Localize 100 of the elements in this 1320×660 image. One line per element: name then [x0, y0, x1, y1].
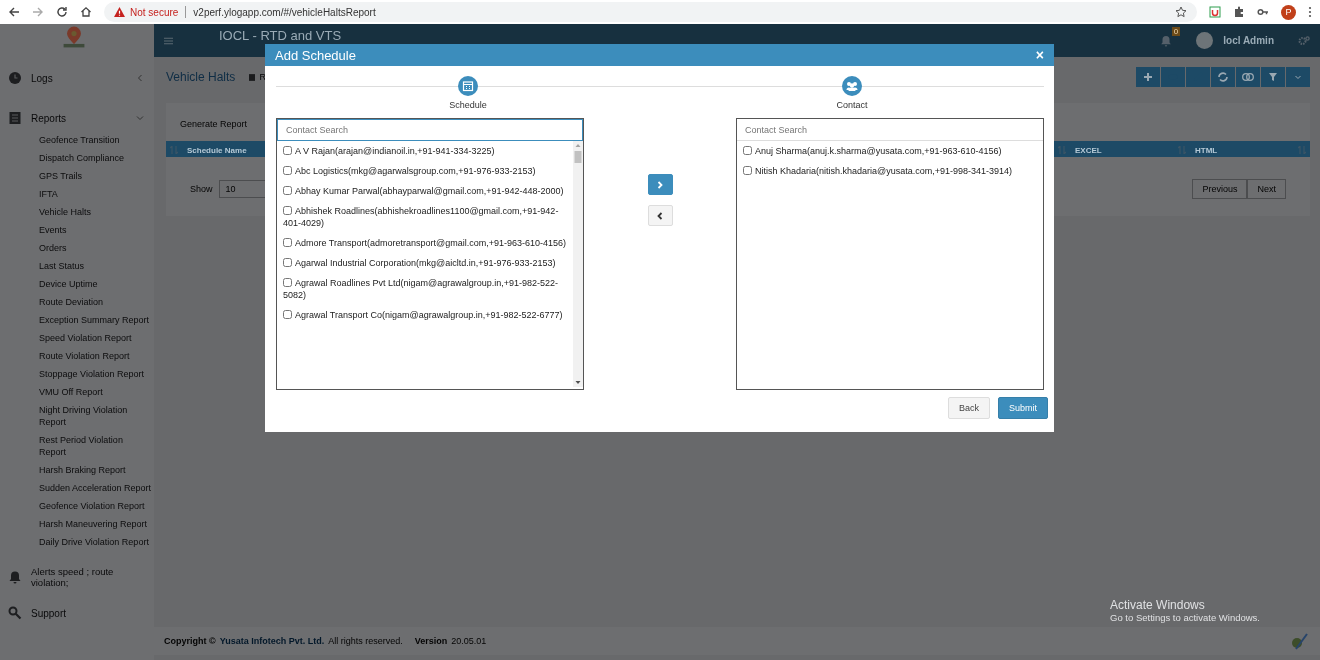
- sidebar-link[interactable]: Vehicle Halts: [39, 206, 154, 218]
- contact-checkbox[interactable]: [283, 238, 292, 247]
- user-avatar: [1196, 32, 1214, 49]
- contact-checkbox[interactable]: [283, 278, 292, 287]
- sidebar-link[interactable]: Harsh Braking Report: [39, 464, 154, 476]
- show-label: Show: [190, 184, 213, 194]
- users-icon: [842, 76, 862, 96]
- submit-button[interactable]: Submit: [998, 397, 1048, 419]
- user-name[interactable]: Iocl Admin: [1223, 35, 1274, 46]
- breadcrumb[interactable]: R: [259, 72, 266, 82]
- chevron-right-icon: [656, 180, 664, 189]
- back-icon[interactable]: [8, 6, 20, 18]
- contact-option[interactable]: Anuj Sharma(anuj.k.sharma@yusata.com,+91-963-610-4156): [743, 145, 1039, 157]
- sidebar-item[interactable]: Logs: [0, 58, 154, 98]
- contact-option[interactable]: Abc Logistics(mkg@agarwalsgroup.com,+91-976-933-2153): [283, 165, 569, 177]
- sidebar-item[interactable]: Alerts speed ; route violation;: [0, 556, 154, 600]
- calendar-icon: [458, 76, 478, 96]
- close-button[interactable]: ×: [1033, 48, 1046, 62]
- contact-checkbox[interactable]: [743, 146, 752, 155]
- url-text: v2perf.ylogapp.com/#/vehicleHaltsReport: [193, 6, 377, 18]
- column-header[interactable]: EXCEL: [1075, 145, 1102, 155]
- contact-checkbox[interactable]: [283, 206, 292, 215]
- contact-checkbox[interactable]: [283, 166, 292, 175]
- contact-option[interactable]: Agrawal Transport Co(nigam@agrawalgroup.in,+91-982-522-6777): [283, 309, 569, 321]
- sidebar-link[interactable]: IFTA: [39, 188, 154, 200]
- sidebar-link[interactable]: Geofence Transition: [39, 134, 154, 146]
- sidebar-link[interactable]: Speed Violation Report: [39, 332, 154, 344]
- menu-dots-icon[interactable]: [1308, 6, 1312, 18]
- extension-icon[interactable]: [1209, 6, 1221, 18]
- chevron-left-icon: [656, 211, 664, 220]
- profile-avatar[interactable]: P: [1281, 4, 1296, 20]
- toggle-icon[interactable]: [1236, 67, 1260, 87]
- contact-checkbox[interactable]: [283, 310, 292, 319]
- sidebar-link[interactable]: Route Deviation: [39, 296, 154, 308]
- sidebar-item[interactable]: Support: [0, 600, 154, 633]
- back-button[interactable]: Back: [947, 397, 990, 419]
- star-icon[interactable]: [1175, 6, 1187, 18]
- activation-title: Activate Windows: [1110, 598, 1206, 612]
- refresh-icon[interactable]: [1211, 67, 1235, 87]
- home-icon[interactable]: [80, 6, 92, 18]
- sidebar-link[interactable]: Events: [39, 224, 154, 236]
- warning-icon: [114, 7, 125, 17]
- contact-option[interactable]: Nitish Khadaria(nitish.khadaria@yusata.com,+91-998-341-3914): [743, 165, 1039, 177]
- activation-text: Go to Settings to activate Windows.: [1110, 612, 1260, 623]
- contact-checkbox[interactable]: [283, 146, 292, 155]
- sidebar-link[interactable]: Dispatch Compliance: [39, 152, 154, 164]
- scrollbar[interactable]: [573, 141, 583, 387]
- filter-icon[interactable]: [1261, 67, 1285, 87]
- contact-option[interactable]: Admore Transport(admoretransport@gmail.com,+91-963-610-4156): [283, 237, 569, 249]
- address-bar[interactable]: Not secure v2perf.ylogapp.com/#/vehicleHaltsReport: [104, 2, 1197, 22]
- sidebar-link[interactable]: Route Violation Report: [39, 350, 154, 362]
- sidebar-link[interactable]: VMU Off Report: [39, 386, 154, 398]
- puzzle-icon[interactable]: [1233, 6, 1245, 18]
- forward-icon[interactable]: [32, 6, 44, 18]
- sidebar-link[interactable]: Rest Period Violation Report: [39, 434, 154, 458]
- pagination-button[interactable]: Previous: [1192, 179, 1248, 199]
- leaf-logo-icon: [1290, 631, 1310, 651]
- sidebar-link[interactable]: Exception Summary Report: [39, 314, 154, 326]
- bell-icon: [8, 570, 22, 584]
- sidebar-link[interactable]: Device Uptime: [39, 278, 154, 290]
- sidebar-link[interactable]: Stoppage Violation Report: [39, 368, 154, 380]
- reload-icon[interactable]: [56, 6, 68, 18]
- sidebar-link[interactable]: Geofence Violation Report: [39, 500, 154, 512]
- contact-option[interactable]: A V Rajan(arajan@indianoil.in,+91-941-334-3225): [283, 145, 569, 157]
- contact-checkbox[interactable]: [283, 186, 292, 195]
- sidebar-link[interactable]: Last Status: [39, 260, 154, 272]
- chevron-icon: [136, 114, 144, 122]
- key-icon[interactable]: [1257, 6, 1269, 18]
- version-number: 20.05.01: [451, 636, 487, 646]
- contact-checkbox[interactable]: [743, 166, 752, 175]
- page-title: Vehicle Halts: [166, 70, 236, 84]
- version-label: Version: [414, 636, 448, 646]
- menu-item-icon: [8, 111, 22, 125]
- notification-badge: 0: [1171, 26, 1181, 36]
- app-title: IOCL - RTD and VTS: [219, 28, 342, 43]
- contact-option[interactable]: Abhay Kumar Parwal(abhayparwal@gmail.com,+91-942-448-2000): [283, 185, 569, 197]
- sidebar-link[interactable]: Orders: [39, 242, 154, 254]
- chevron-icon: [136, 74, 144, 82]
- contact-option[interactable]: Agrawal Roadlines Pvt Ltd(nigam@agrawalgroup.in,+91-982-522-5082): [283, 277, 569, 301]
- sidebar-link[interactable]: Sudden Acceleration Report: [39, 482, 154, 494]
- sidebar-link[interactable]: Daily Drive Violation Report: [39, 536, 154, 548]
- copyright-text: Copyright ©: [164, 636, 216, 646]
- column-header[interactable]: HTML: [1195, 145, 1218, 155]
- search-field[interactable]: Contact Search: [277, 119, 583, 141]
- contact-option[interactable]: Agarwal Industrial Corporation(mkg@aicltd.in,+91-976-933-2153): [283, 257, 569, 269]
- move-button[interactable]: [647, 174, 673, 195]
- contact-option[interactable]: Abhishek Roadlines(abhishekroadlines1100@gmail.com,+91-942-401-4029): [283, 205, 569, 229]
- sidebar-link[interactable]: Night Driving Violation Report: [39, 404, 154, 428]
- sidebar-link[interactable]: Harsh Maneuvering Report: [39, 518, 154, 530]
- report-tab[interactable]: Generate Report: [180, 119, 248, 129]
- sidebar-link[interactable]: GPS Trails: [39, 170, 154, 182]
- dialog-title: Add Schedule: [275, 47, 357, 63]
- company-link[interactable]: Yusata Infotech Pvt. Ltd.: [219, 636, 325, 646]
- document-icon: [249, 73, 256, 81]
- pagination-button[interactable]: Next: [1247, 179, 1286, 199]
- logo-icon: [61, 24, 87, 50]
- contact-checkbox[interactable]: [283, 258, 292, 267]
- step-label: Schedule: [449, 100, 487, 110]
- add-icon[interactable]: [1136, 67, 1160, 87]
- column-header[interactable]: Schedule Name: [187, 145, 247, 155]
